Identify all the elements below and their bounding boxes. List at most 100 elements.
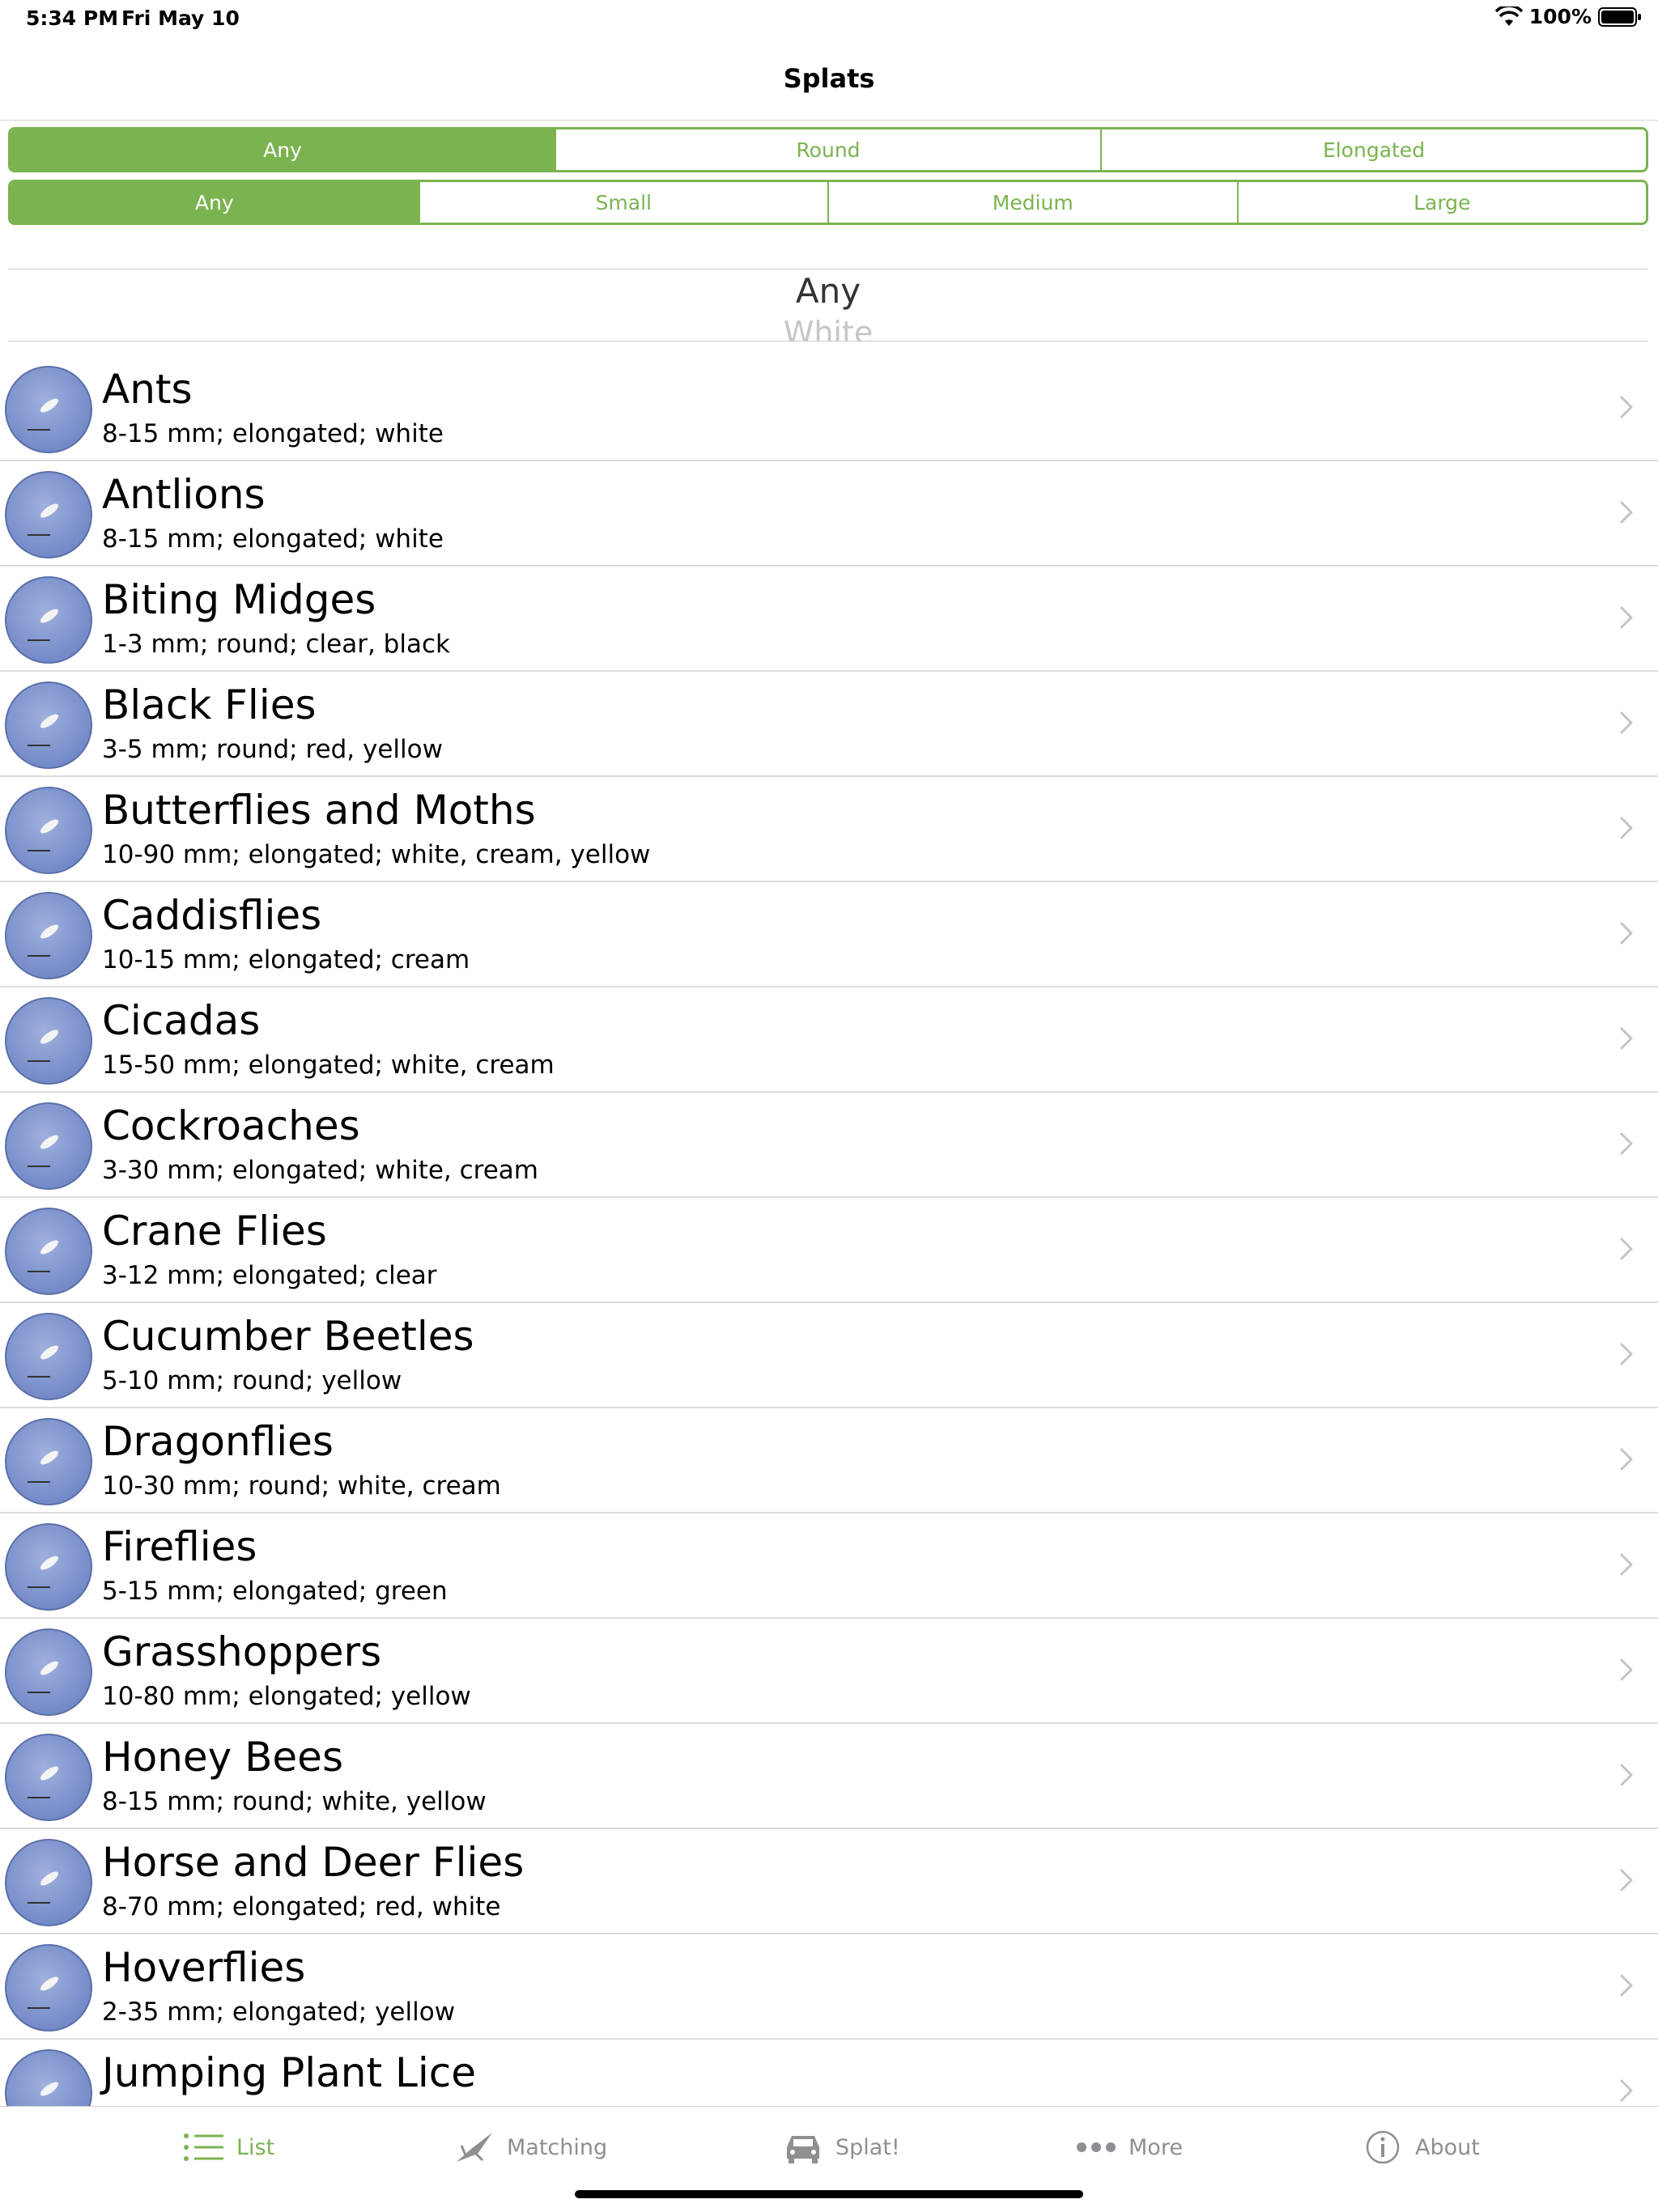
list-item-title: Cicadas xyxy=(102,997,261,1044)
chevron-right-icon xyxy=(1620,922,1633,945)
list-item[interactable]: Grasshoppers 10-80 mm; elongated; yellow xyxy=(0,1619,1658,1724)
splat-thumbnail xyxy=(5,1839,92,1926)
splat-mark xyxy=(38,1658,61,1678)
tab-about[interactable]: About xyxy=(1362,2129,1480,2165)
list-item[interactable]: Biting Midges 1-3 mm; round; clear, black xyxy=(0,567,1658,672)
list-item[interactable]: Caddisflies 10-15 mm; elongated; cream xyxy=(0,882,1658,987)
color-picker-selected[interactable]: Any xyxy=(8,271,1648,311)
scale-bar xyxy=(28,1586,50,1588)
splat-mark xyxy=(38,1764,61,1783)
scale-bar xyxy=(28,1692,50,1693)
list-item-title: Jumping Plant Lice xyxy=(102,2049,476,2096)
list-item-title: Cockroaches xyxy=(102,1102,360,1149)
shape-option-elongated[interactable]: Elongated xyxy=(1100,129,1646,170)
splat-thumbnail xyxy=(5,366,92,453)
size-filter: Any Small Medium Large xyxy=(8,180,1648,225)
status-bar: 5:34 PM Fri May 10 100% xyxy=(0,0,1658,39)
list-item[interactable]: Dragonflies 10-30 mm; round; white, cream xyxy=(0,1408,1658,1514)
scale-bar xyxy=(28,1797,50,1798)
list-item[interactable]: Ants 8-15 mm; elongated; white xyxy=(0,356,1658,461)
scale-bar xyxy=(28,1165,50,1167)
list-item-title: Caddisflies xyxy=(102,892,322,939)
splat-mark xyxy=(38,396,61,415)
list-item[interactable]: Cucumber Beetles 5-10 mm; round; yellow xyxy=(0,1303,1658,1408)
size-option-small[interactable]: Small xyxy=(418,182,828,223)
scale-bar xyxy=(28,1481,50,1483)
list-item-title: Cucumber Beetles xyxy=(102,1313,474,1360)
splat-thumbnail xyxy=(5,2049,92,2106)
tab-more[interactable]: More xyxy=(1075,2129,1183,2165)
list-item-details: 10-30 mm; round; white, cream xyxy=(102,1471,501,1501)
tab-matching[interactable]: Matching xyxy=(453,2129,607,2165)
list-item-details: 10-90 mm; elongated; white, cream, yello… xyxy=(102,840,651,869)
list-item-title: Honey Bees xyxy=(102,1734,343,1781)
splat-thumbnail xyxy=(5,997,92,1085)
splat-mark xyxy=(38,817,61,836)
scale-bar xyxy=(28,1271,50,1272)
list-item-details: 8-15 mm; round; white, yellow xyxy=(102,1787,487,1816)
list-item[interactable]: Honey Bees 8-15 mm; round; white, yellow xyxy=(0,1724,1658,1829)
splat-thumbnail xyxy=(5,1734,92,1821)
list-item[interactable]: Cicadas 15-50 mm; elongated; white, cream xyxy=(0,987,1658,1093)
info-icon xyxy=(1362,2129,1404,2165)
splat-mark xyxy=(38,501,61,520)
size-option-any[interactable]: Any xyxy=(11,182,419,223)
splat-mark xyxy=(38,2079,61,2099)
scale-bar xyxy=(28,1060,50,1062)
list-item[interactable]: Antlions 8-15 mm; elongated; white xyxy=(0,461,1658,567)
chevron-right-icon xyxy=(1620,1027,1633,1050)
shape-filter: Any Round Elongated xyxy=(8,127,1648,172)
tab-label: Matching xyxy=(507,2134,608,2160)
splat-mark xyxy=(38,1238,61,1257)
list-icon xyxy=(183,2129,225,2165)
list-item[interactable]: Hoverflies 2-35 mm; elongated; yellow xyxy=(0,1934,1658,2040)
insect-icon xyxy=(453,2129,495,2165)
list-item-details: 3-5 mm; round; red, yellow xyxy=(102,735,443,764)
splat-thumbnail xyxy=(5,1102,92,1190)
scale-bar xyxy=(28,955,50,957)
splat-mark xyxy=(38,1027,61,1047)
shape-option-any[interactable]: Any xyxy=(11,129,555,170)
list-item-details: 8-70 mm; elongated; red, white xyxy=(102,1892,501,1921)
list-item-title: Fireflies xyxy=(102,1523,257,1570)
status-indicators: 100% xyxy=(1494,5,1642,28)
status-date: Fri May 10 xyxy=(121,6,240,30)
list-item[interactable]: Fireflies 5-15 mm; elongated; green xyxy=(0,1514,1658,1619)
list-item-title: Butterflies and Moths xyxy=(102,787,536,834)
shape-option-round[interactable]: Round xyxy=(555,129,1100,170)
list-item[interactable]: Cockroaches 3-30 mm; elongated; white, cr… xyxy=(0,1093,1658,1198)
color-picker-next-option[interactable]: White xyxy=(8,315,1648,341)
list-item[interactable]: Horse and Deer Flies 8-70 mm; elongated; … xyxy=(0,1829,1658,1934)
splat-thumbnail xyxy=(5,576,92,664)
splat-mark xyxy=(38,1343,61,1362)
list-item[interactable]: Butterflies and Moths 10-90 mm; elongated… xyxy=(0,777,1658,882)
chevron-right-icon xyxy=(1620,1658,1633,1681)
insect-list: Ants 8-15 mm; elongated; white Antlions 8-1… xyxy=(0,356,1658,2106)
navigation-bar: Splats xyxy=(0,39,1658,121)
list-item-title: Antlions xyxy=(102,471,266,518)
splat-mark xyxy=(38,606,61,626)
tab-list[interactable]: List xyxy=(183,2129,274,2165)
tab-splat[interactable]: Splat! xyxy=(782,2129,900,2165)
wifi-icon xyxy=(1494,6,1523,26)
scale-bar xyxy=(28,1902,50,1904)
chevron-right-icon xyxy=(1620,2079,1633,2102)
chevron-right-icon xyxy=(1620,1869,1633,1891)
list-item[interactable]: Crane Flies 3-12 mm; elongated; clear xyxy=(0,1198,1658,1303)
list-item[interactable]: Jumping Plant Lice xyxy=(0,2040,1658,2106)
chevron-right-icon xyxy=(1620,1238,1633,1260)
splat-thumbnail xyxy=(5,1628,92,1716)
list-item-details: 10-80 mm; elongated; yellow xyxy=(102,1682,471,1711)
size-option-large[interactable]: Large xyxy=(1236,182,1647,223)
chevron-right-icon xyxy=(1620,501,1633,524)
splat-thumbnail xyxy=(5,787,92,874)
list-item[interactable]: Black Flies 3-5 mm; round; red, yellow xyxy=(0,672,1658,777)
chevron-right-icon xyxy=(1620,1974,1633,1997)
list-item-details: 3-12 mm; elongated; clear xyxy=(102,1261,437,1290)
scale-bar xyxy=(28,639,50,641)
list-item-title: Biting Midges xyxy=(102,576,376,623)
color-picker[interactable]: Any White xyxy=(8,269,1648,342)
splat-thumbnail xyxy=(5,1944,92,2032)
status-time: 5:34 PM xyxy=(26,6,119,30)
size-option-medium[interactable]: Medium xyxy=(827,182,1237,223)
